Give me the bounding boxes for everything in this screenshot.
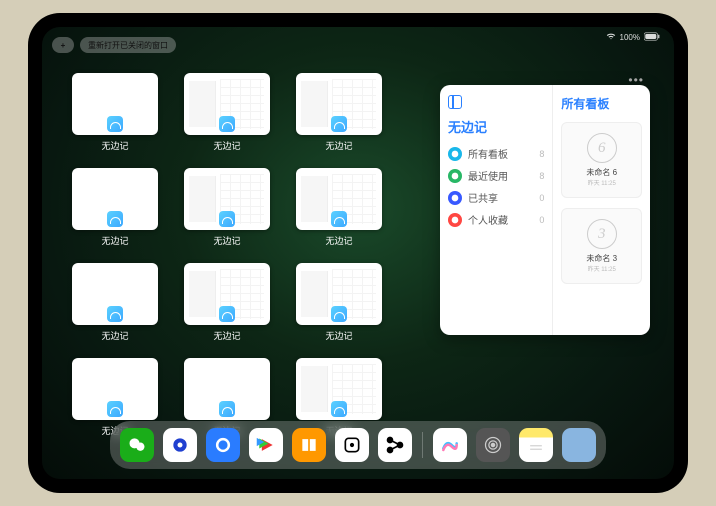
board-date: 昨天 11:25 <box>588 264 616 273</box>
window-grid: 无边记无边记无边记无边记无边记无边记无边记无边记无边记无边记无边记无边记 <box>72 73 412 437</box>
sidebar-item-label: 个人收藏 <box>468 212 508 227</box>
window-preview <box>296 358 382 420</box>
dock-app-books[interactable] <box>292 428 326 462</box>
window-thumbnail[interactable]: 无边记 <box>184 73 270 152</box>
freeform-app-icon <box>107 401 123 417</box>
window-label: 无边记 <box>213 139 240 152</box>
freeform-app-icon <box>107 116 123 132</box>
freeform-app-icon <box>331 116 347 132</box>
popover-sidebar: 无边记 所有看板 8 最近使用 8 已共享 0 个人收藏 0 <box>440 85 553 335</box>
window-label: 无边记 <box>325 234 352 247</box>
freeform-app-icon <box>331 211 347 227</box>
freeform-app-icon <box>331 306 347 322</box>
dock-app-graph[interactable] <box>378 428 412 462</box>
window-preview <box>72 358 158 420</box>
window-thumbnail[interactable]: 无边记 <box>72 73 158 152</box>
sidebar-item-count: 8 <box>539 149 544 159</box>
window-label: 无边记 <box>325 329 352 342</box>
category-icon <box>448 213 462 227</box>
freeform-app-icon <box>331 401 347 417</box>
sidebar-item-count: 8 <box>539 171 544 181</box>
sidebar-item-count: 0 <box>539 215 544 225</box>
ipad-frame: 100% + 重新打开已关闭的窗口 无边记无边记无边记无边记无边记无边记无边记无… <box>28 13 688 493</box>
sidebar-item-label: 所有看板 <box>468 146 508 161</box>
sidebar-item-label: 已共享 <box>468 190 498 205</box>
window-label: 无边记 <box>213 234 240 247</box>
board-date: 昨天 11:25 <box>588 178 616 187</box>
dock-app-notes[interactable] <box>519 428 553 462</box>
board-card[interactable]: 6 未命名 6昨天 11:25 <box>561 122 642 198</box>
topbar: + 重新打开已关闭的窗口 <box>52 37 176 53</box>
dock <box>110 421 606 469</box>
sidebar-item[interactable]: 个人收藏 0 <box>448 212 544 227</box>
sidebar-item-label: 最近使用 <box>468 168 508 183</box>
window-thumbnail[interactable]: 无边记 <box>72 168 158 247</box>
dock-app-freeform[interactable] <box>433 428 467 462</box>
popover-right-title: 所有看板 <box>561 95 642 112</box>
window-label: 无边记 <box>213 329 240 342</box>
dock-app-wechat[interactable] <box>120 428 154 462</box>
window-preview <box>72 73 158 135</box>
board-preview: 6 <box>587 133 617 163</box>
sidebar-item[interactable]: 已共享 0 <box>448 190 544 205</box>
window-preview <box>296 73 382 135</box>
battery-icon <box>644 32 660 43</box>
battery-label: 100% <box>620 33 640 42</box>
category-icon <box>448 147 462 161</box>
board-card[interactable]: 3 未命名 3昨天 11:25 <box>561 208 642 284</box>
window-preview <box>184 358 270 420</box>
window-thumbnail[interactable]: 无边记 <box>184 168 270 247</box>
dock-app-settings[interactable] <box>476 428 510 462</box>
sidebar-item-count: 0 <box>539 193 544 203</box>
window-preview <box>72 168 158 230</box>
board-name: 未命名 3 <box>586 253 617 264</box>
freeform-app-icon <box>107 211 123 227</box>
freeform-app-icon <box>219 116 235 132</box>
dock-app-library[interactable] <box>562 428 596 462</box>
dock-app-quark[interactable] <box>206 428 240 462</box>
popover-title: 无边记 <box>448 117 544 136</box>
freeform-app-icon <box>107 306 123 322</box>
app-preview-popover: 无边记 所有看板8最近使用8已共享0个人收藏0 所有看板 6未命名 6昨天 11… <box>440 85 650 335</box>
freeform-app-icon <box>219 306 235 322</box>
board-preview: 3 <box>587 219 617 249</box>
new-window-button[interactable]: + <box>52 37 74 53</box>
window-preview <box>296 263 382 325</box>
window-label: 无边记 <box>101 329 128 342</box>
window-preview <box>184 263 270 325</box>
window-thumbnail[interactable]: 无边记 <box>296 263 382 342</box>
dock-separator <box>422 432 423 458</box>
sidebar-toggle-icon[interactable] <box>448 95 462 109</box>
window-preview <box>184 73 270 135</box>
screen: 100% + 重新打开已关闭的窗口 无边记无边记无边记无边记无边记无边记无边记无… <box>42 27 674 479</box>
category-icon <box>448 191 462 205</box>
dock-app-browser-hd[interactable] <box>163 428 197 462</box>
window-thumbnail[interactable]: 无边记 <box>296 73 382 152</box>
sidebar-item[interactable]: 所有看板 8 <box>448 146 544 161</box>
window-preview <box>72 263 158 325</box>
category-icon <box>448 169 462 183</box>
window-thumbnail[interactable]: 无边记 <box>72 263 158 342</box>
dock-app-play-video[interactable] <box>249 428 283 462</box>
window-label: 无边记 <box>101 139 128 152</box>
board-name: 未命名 6 <box>586 167 617 178</box>
window-label: 无边记 <box>325 139 352 152</box>
reopen-closed-window-button[interactable]: 重新打开已关闭的窗口 <box>80 37 176 53</box>
freeform-app-icon <box>219 401 235 417</box>
window-label: 无边记 <box>101 234 128 247</box>
dock-app-dice[interactable] <box>335 428 369 462</box>
wifi-icon <box>606 31 616 43</box>
window-thumbnail[interactable]: 无边记 <box>296 168 382 247</box>
sidebar-item[interactable]: 最近使用 8 <box>448 168 544 183</box>
window-thumbnail[interactable]: 无边记 <box>184 263 270 342</box>
freeform-app-icon <box>219 211 235 227</box>
window-preview <box>296 168 382 230</box>
window-preview <box>184 168 270 230</box>
popover-content: 所有看板 6未命名 6昨天 11:253未命名 3昨天 11:25 <box>553 85 650 335</box>
status-bar: 100% <box>606 31 660 43</box>
